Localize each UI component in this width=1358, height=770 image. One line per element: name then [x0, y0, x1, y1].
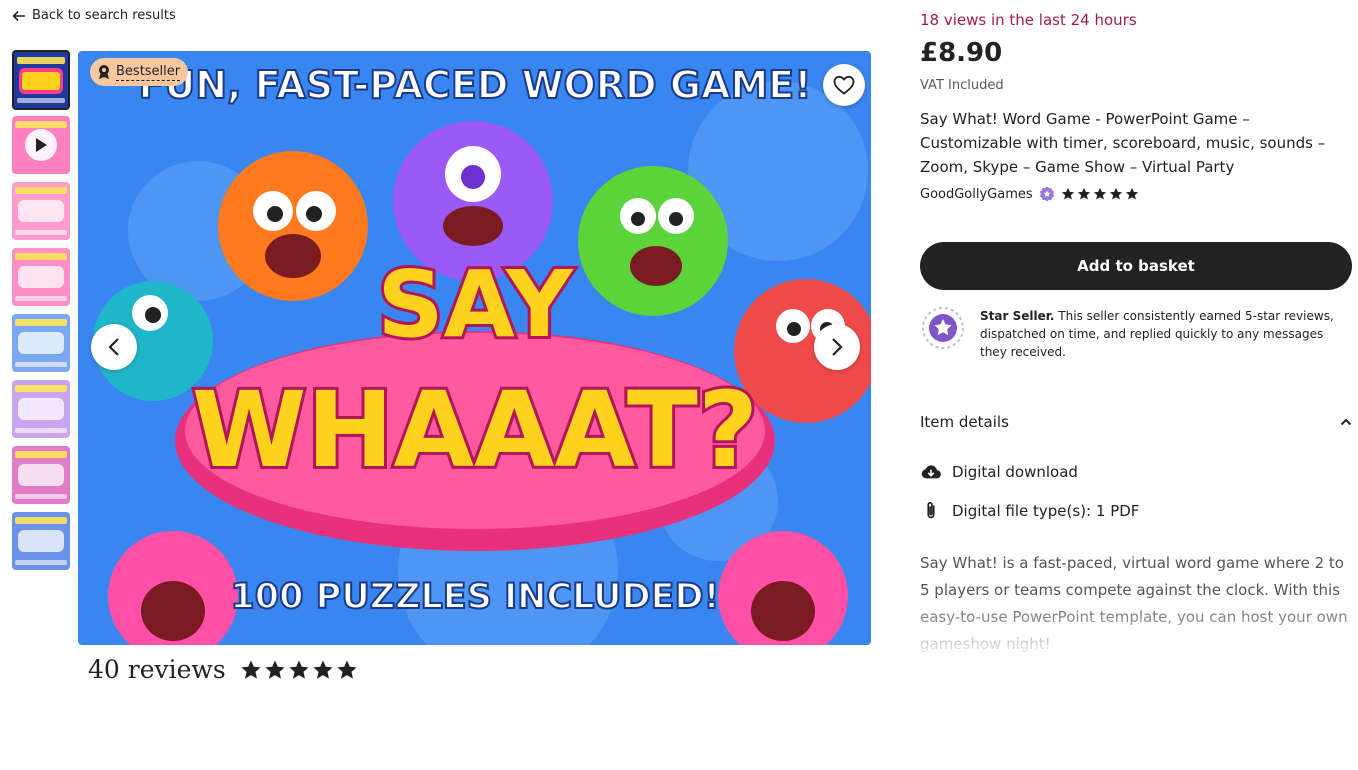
- thumbnail-4[interactable]: [12, 248, 70, 306]
- detail-download-label: Digital download: [952, 463, 1078, 481]
- back-to-search-link[interactable]: Back to search results: [12, 8, 176, 23]
- detail-file-type-label: Digital file type(s): 1 PDF: [952, 502, 1140, 520]
- item-details-toggle[interactable]: Item details: [920, 404, 1352, 440]
- bestseller-badge[interactable]: Bestseller: [90, 58, 189, 86]
- star-icon: [1093, 187, 1106, 200]
- heart-icon: [833, 75, 855, 95]
- arrow-left-icon: [12, 10, 25, 21]
- download-cloud-icon: [921, 465, 941, 479]
- image-footer: 100 PUZZLES INCLUDED!: [230, 577, 719, 617]
- reviews-summary[interactable]: 40 reviews: [88, 655, 358, 684]
- star-icon: [289, 659, 309, 679]
- thumbnail-6[interactable]: [12, 380, 70, 438]
- thumbnail-7[interactable]: [12, 446, 70, 504]
- paperclip-icon: [927, 501, 935, 519]
- image-headline: FUN, FAST-PACED WORD GAME!: [138, 63, 811, 107]
- thumbnail-5[interactable]: [12, 314, 70, 372]
- star-icon: [1125, 187, 1138, 200]
- star-seller-icon: [1039, 186, 1054, 202]
- thumbnail-1[interactable]: [12, 50, 70, 110]
- detail-file-type: Digital file type(s): 1 PDF: [920, 500, 1139, 522]
- thumbnail-3[interactable]: [12, 182, 70, 240]
- back-link-label: Back to search results: [32, 8, 176, 23]
- item-details-label: Item details: [920, 413, 1009, 431]
- chevron-right-icon: [832, 338, 843, 356]
- main-product-image[interactable]: FUN, FAST-PACED WORD GAME! SAY WHAAAT? 1…: [78, 51, 871, 645]
- star-icon: [313, 659, 333, 679]
- bestseller-label: Bestseller: [116, 63, 181, 81]
- views-notice: 18 views in the last 24 hours: [920, 11, 1137, 29]
- thumbnail-strip: [12, 50, 72, 578]
- award-icon: [99, 65, 109, 79]
- star-icon: [1077, 187, 1090, 200]
- shop-rating-stars: [1061, 187, 1139, 201]
- star-icon: [1109, 187, 1122, 200]
- chevron-up-icon: [1340, 418, 1352, 426]
- star-seller-badge-icon: [922, 307, 964, 349]
- star-icon: [337, 659, 357, 679]
- star-icon: [1061, 187, 1074, 200]
- image-title-line-1: SAY: [377, 251, 574, 358]
- reviews-rating-stars: [240, 659, 358, 681]
- detail-digital-download: Digital download: [920, 461, 1078, 483]
- play-icon: [25, 129, 57, 161]
- star-icon: [265, 659, 285, 679]
- star-seller-title: Star Seller.: [980, 309, 1055, 323]
- chevron-left-icon: [108, 338, 119, 356]
- shop-name-link[interactable]: GoodGollyGames: [920, 187, 1033, 202]
- star-icon: [241, 659, 261, 679]
- image-title-line-2: WHAAAT?: [192, 369, 758, 491]
- add-to-basket-button[interactable]: Add to basket: [920, 242, 1352, 290]
- thumbnail-8[interactable]: [12, 512, 70, 570]
- thumbnail-2-video[interactable]: [12, 116, 70, 174]
- next-image-button[interactable]: [814, 324, 860, 370]
- reviews-count: 40 reviews: [88, 655, 226, 684]
- description-fade: [920, 600, 1358, 660]
- previous-image-button[interactable]: [91, 324, 137, 370]
- product-title: Say What! Word Game - PowerPoint Game – …: [920, 110, 1326, 176]
- vat-note: VAT Included: [920, 78, 1004, 93]
- shop-info: GoodGollyGames: [920, 186, 1139, 202]
- product-image-art: FUN, FAST-PACED WORD GAME! SAY WHAAAT? 1…: [78, 51, 871, 645]
- star-seller-info: Star Seller. This seller consistently ea…: [920, 305, 1352, 361]
- favorite-button[interactable]: [823, 64, 865, 106]
- price: £8.90: [920, 38, 1003, 68]
